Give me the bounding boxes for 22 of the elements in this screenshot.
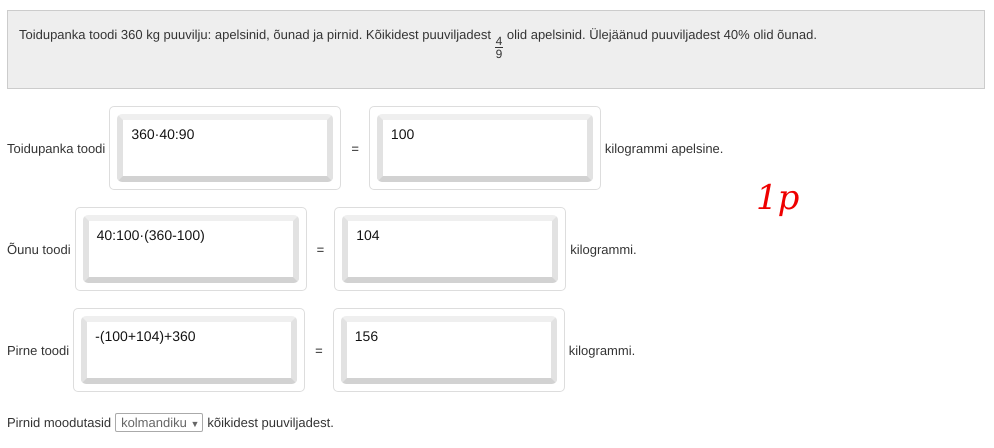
row-label: Õunu toodi — [7, 242, 71, 256]
unit-label: kilogrammi. — [568, 342, 636, 358]
row-label: Pirne toodi — [7, 342, 70, 358]
answer-field[interactable]: 360·40:90 — [109, 106, 342, 190]
answer-field[interactable]: -(100+104)+360 — [73, 308, 306, 392]
sentence-text: Pirnid moodutasid — [7, 415, 112, 430]
equals-sign: = — [315, 342, 323, 358]
answer-field[interactable]: 104 — [334, 207, 566, 291]
unit-label: kilogrammi apelsine. — [604, 140, 724, 156]
dropdown[interactable]: kolmandiku ▼ — [115, 413, 204, 432]
equals-sign: = — [316, 242, 324, 256]
sentence-text: kõikidest puuviljadest. — [207, 415, 334, 430]
grade-mark: 1p — [756, 178, 800, 218]
problem-text: olid apelsinid. Ülejäänud puuviljadest 40% olid õunad. — [506, 27, 817, 42]
equals-sign: = — [351, 140, 359, 156]
unit-label: kilogrammi. — [570, 242, 637, 256]
answer-field[interactable]: 156 — [332, 308, 565, 392]
fraction: 4 9 — [494, 35, 504, 60]
answer-field[interactable]: 100 — [368, 106, 601, 190]
answer-field[interactable]: 40:100·(360-100) — [74, 207, 307, 291]
row-label: Toidupanka toodi — [7, 140, 106, 156]
problem-text: Toidupanka toodi 360 kg puuvilju: apelsinid, õunad ja pirnid. Kõikidest puuviljadest — [19, 27, 491, 42]
